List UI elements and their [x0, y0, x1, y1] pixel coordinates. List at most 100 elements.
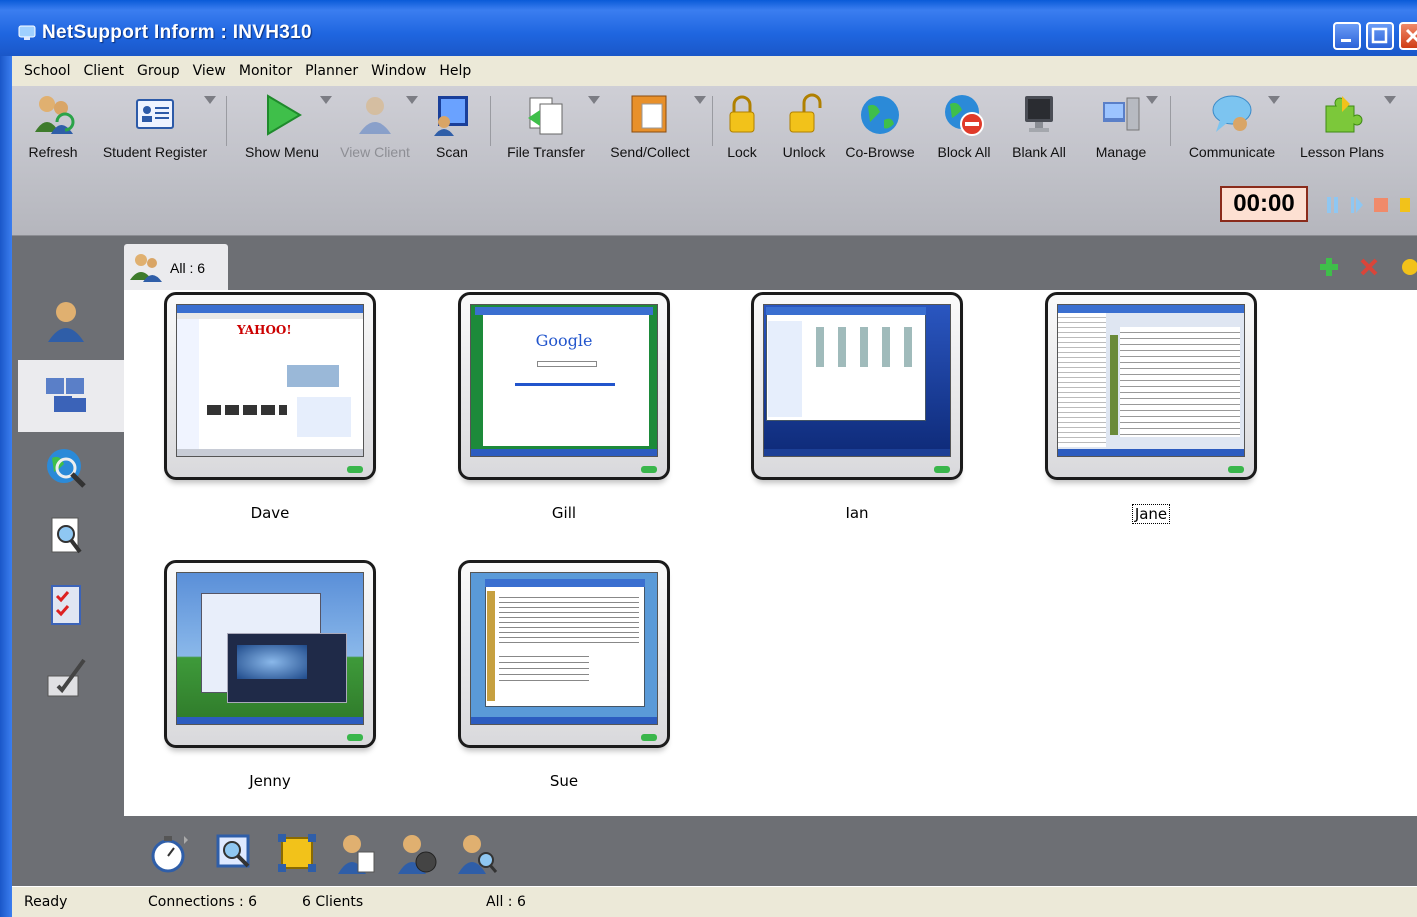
nav-clients-icon[interactable] [44, 374, 88, 418]
menu-bar: School Client Group View Monitor Planner… [12, 56, 1417, 86]
client-monitor[interactable] [164, 560, 376, 748]
communicate-label: Communicate [1188, 144, 1276, 160]
scan-button[interactable]: Scan [424, 92, 480, 160]
manage-button[interactable]: Manage [1086, 92, 1158, 160]
refresh-label: Refresh [28, 144, 78, 160]
close-icon [1405, 28, 1417, 44]
unlock-icon [789, 93, 822, 133]
refresh-icon [35, 96, 75, 134]
menu-school[interactable]: School [24, 63, 70, 79]
co-browse-label: Co-Browse [845, 144, 915, 160]
delete-group-icon[interactable] [1358, 256, 1380, 278]
client-screen-thumbnail [176, 572, 364, 725]
status-led [1228, 466, 1244, 473]
lesson-plans-label: Lesson Plans [1299, 144, 1385, 160]
show-menu-button[interactable]: Show Menu [236, 92, 332, 160]
timer-settings-icon[interactable] [1398, 196, 1410, 214]
client-monitor[interactable] [458, 560, 670, 748]
lock-button[interactable]: Lock [720, 92, 764, 160]
zoom-icon[interactable] [214, 832, 256, 874]
google-logo: Google [535, 331, 593, 350]
minimize-icon [1341, 39, 1351, 42]
view-client-button[interactable]: View Client [334, 92, 418, 160]
menu-help[interactable]: Help [439, 63, 471, 79]
group-properties-icon[interactable] [1396, 256, 1417, 278]
menu-view[interactable]: View [193, 63, 226, 79]
lesson-timer[interactable]: 00:00 [1220, 186, 1308, 222]
menu-group[interactable]: Group [137, 63, 180, 79]
client-tile[interactable]: Jane [1045, 292, 1257, 524]
nav-internet-icon[interactable] [44, 446, 88, 490]
client-tile[interactable]: Sue [458, 560, 670, 790]
refresh-button[interactable]: Refresh [18, 92, 88, 160]
client-screen-thumbnail: Google [470, 304, 658, 457]
tab-all[interactable]: All : 6 [124, 244, 228, 290]
stop-icon[interactable] [1374, 196, 1388, 214]
co-browse-button[interactable]: Co-Browse [840, 92, 920, 160]
globe-icon [861, 96, 899, 134]
yahoo-logo: YAHOO! [237, 323, 292, 337]
add-group-icon[interactable] [1318, 256, 1340, 278]
fit-to-window-icon[interactable] [276, 832, 318, 874]
client-screen-thumbnail [1057, 304, 1245, 457]
stopwatch-icon[interactable] [150, 832, 192, 874]
client-web-icon[interactable] [396, 832, 438, 874]
client-name: Ian [845, 504, 869, 522]
client-name: Jenny [249, 772, 291, 790]
client-tile[interactable]: Jenny [164, 560, 376, 790]
file-transfer-icon [528, 97, 563, 135]
client-name: Gill [551, 504, 577, 522]
app-icon [18, 25, 36, 40]
status-ready: Ready [24, 894, 68, 910]
lesson-plans-button[interactable]: Lesson Plans [1294, 92, 1396, 160]
send-collect-icon [631, 95, 667, 133]
maximize-button[interactable] [1366, 22, 1394, 50]
close-button[interactable] [1399, 22, 1417, 50]
client-details-icon[interactable] [336, 832, 378, 874]
status-led [347, 466, 363, 473]
client-monitor[interactable]: Google [458, 292, 670, 480]
lock-label: Lock [727, 144, 757, 160]
student-register-icon [136, 99, 174, 129]
student-register-button[interactable]: Student Register [96, 92, 216, 160]
client-tile[interactable]: YAHOO! Dave [164, 292, 376, 522]
menu-window[interactable]: Window [371, 63, 426, 79]
client-tile[interactable]: Google Gill [458, 292, 670, 522]
client-tile[interactable]: Ian [751, 292, 963, 522]
client-search-icon[interactable] [456, 832, 498, 874]
main-toolbar: Refresh Student Register Show Menu View … [12, 86, 1417, 236]
view-client-icon [359, 97, 391, 134]
block-all-button[interactable]: Block All [932, 92, 996, 160]
client-monitor[interactable] [1045, 292, 1257, 480]
client-monitor[interactable]: YAHOO! [164, 292, 376, 480]
toolbar-separator [1170, 96, 1171, 146]
communicate-button[interactable]: Communicate [1182, 92, 1282, 160]
pause-icon[interactable] [1326, 196, 1340, 214]
menu-monitor[interactable]: Monitor [239, 63, 292, 79]
menu-planner[interactable]: Planner [305, 63, 358, 79]
client-screen-thumbnail [470, 572, 658, 725]
menu-client[interactable]: Client [83, 63, 124, 79]
blank-all-label: Blank All [1012, 144, 1066, 160]
nav-teacher-icon[interactable] [44, 298, 88, 342]
minimize-button[interactable] [1333, 22, 1361, 50]
status-connections: Connections : 6 [148, 894, 258, 910]
client-name: Dave [250, 504, 290, 522]
blank-all-button[interactable]: Blank All [1006, 92, 1072, 160]
send-collect-button[interactable]: Send/Collect [602, 92, 706, 160]
toolbar-separator [490, 96, 491, 146]
resume-icon[interactable] [1350, 196, 1364, 214]
client-name: Sue [549, 772, 579, 790]
nav-history-icon[interactable] [44, 514, 88, 558]
client-monitor[interactable] [751, 292, 963, 480]
unlock-button[interactable]: Unlock [776, 92, 832, 160]
manage-label: Manage [1095, 144, 1147, 160]
left-navigation [12, 236, 124, 886]
client-screen-thumbnail [763, 304, 951, 457]
nav-test-designer-icon[interactable] [44, 656, 88, 700]
maximize-icon [1371, 27, 1388, 44]
file-transfer-button[interactable]: File Transfer [500, 92, 600, 160]
group-icon [130, 254, 162, 282]
nav-survey-icon[interactable] [44, 584, 88, 628]
title-bar: NetSupport Inform : INVH310 [0, 0, 1417, 56]
